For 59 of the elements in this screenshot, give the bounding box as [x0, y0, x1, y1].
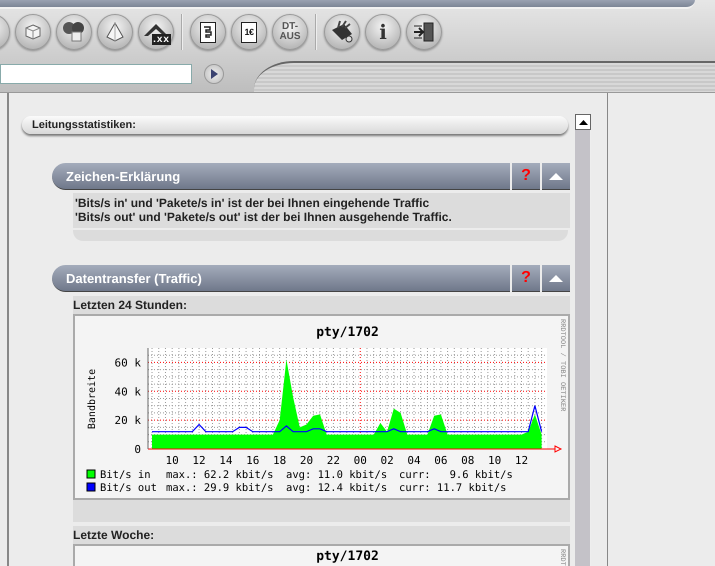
legend-text: 'Bits/s in' und 'Pakete/s in' ist der bei Ihnen eingehende Traffic 'Bits/s out' und 'Pakete/s out' ist der bei Ihnen ausgehende Traffic.	[73, 193, 570, 228]
x-tick-label: 10	[166, 454, 179, 467]
toolbar-button[interactable]: 1€	[231, 14, 267, 50]
toolbar-button[interactable]	[406, 14, 442, 50]
toolbar-button[interactable]: DT-AUS	[272, 14, 308, 50]
collapse-icon	[549, 172, 563, 180]
legend-label: Bit/s in	[100, 469, 151, 481]
y-axis-label: Bandbreite	[87, 368, 98, 430]
x-tick-label: 06	[434, 454, 448, 467]
collapse-button[interactable]	[542, 265, 570, 292]
collapse-button[interactable]	[542, 163, 570, 190]
document-icon	[200, 22, 216, 42]
y-tick-label: 40 k	[114, 385, 141, 398]
legend-current: curr: 9.6 kbit/s	[399, 469, 513, 481]
x-tick-label: 12	[514, 454, 528, 467]
graph-label: Letzte Woche:	[73, 526, 570, 544]
x-tick-label: 04	[407, 454, 421, 467]
multitool-icon	[330, 20, 354, 44]
graph-label: Letzten 24 Stunden:	[73, 296, 570, 314]
document-icon: 1€	[241, 22, 257, 42]
y-tick-label: 0	[134, 443, 141, 456]
legend-avg: avg: 12.4 kbit/s	[286, 482, 388, 494]
cube-icon	[24, 23, 42, 41]
exit-door-icon	[413, 21, 435, 43]
x-tick-label: 08	[461, 454, 474, 467]
legend-max: max.: 62.2 kbit/s	[166, 469, 274, 481]
x-tick-label: 10	[488, 454, 502, 467]
pyramid-icon	[105, 22, 125, 42]
x-tick-label: 16	[246, 454, 260, 467]
search-field[interactable]	[0, 64, 192, 84]
legend-avg: avg: 11.0 kbit/s	[286, 469, 388, 481]
scroll-up-button[interactable]	[575, 114, 591, 130]
x-tick-label: 02	[380, 454, 394, 467]
legend-current: curr: 11.7 kbit/s	[399, 482, 506, 494]
y-tick-label: 60 k	[114, 356, 141, 370]
go-button[interactable]	[204, 64, 224, 84]
panel-title: Zeichen-Erklärung	[66, 168, 180, 184]
x-tick-label: 00	[354, 454, 367, 467]
y-tick-label: 20 k	[114, 414, 141, 428]
x-tick-label: 20	[300, 454, 314, 467]
collapse-icon	[549, 274, 563, 282]
panel-title: Datentransfer (Traffic)	[66, 270, 202, 286]
x-tick-label: 12	[192, 454, 206, 467]
x-tick-label: 14	[219, 454, 233, 467]
toolbar-button[interactable]	[56, 14, 92, 50]
x-tick-label: 18	[273, 454, 286, 467]
toolbar-button[interactable]	[324, 14, 360, 50]
section-title: Leitungsstatistiken:	[32, 119, 136, 131]
legend-label: Bit/s out	[100, 482, 157, 494]
cubes-icon	[62, 21, 86, 43]
x-tick-label: 22	[326, 454, 340, 467]
up-arrow-icon	[578, 120, 588, 124]
chart-title: pty/1702	[316, 549, 379, 564]
legend-max: max.: 29.9 kbit/s	[166, 482, 274, 494]
toolbar-button[interactable]: i	[365, 14, 401, 50]
toolbar-button[interactable]	[190, 14, 226, 50]
toolbar-button[interactable]: .xx	[138, 14, 174, 50]
play-icon	[210, 69, 218, 79]
chart-title: pty/1702	[316, 325, 379, 340]
